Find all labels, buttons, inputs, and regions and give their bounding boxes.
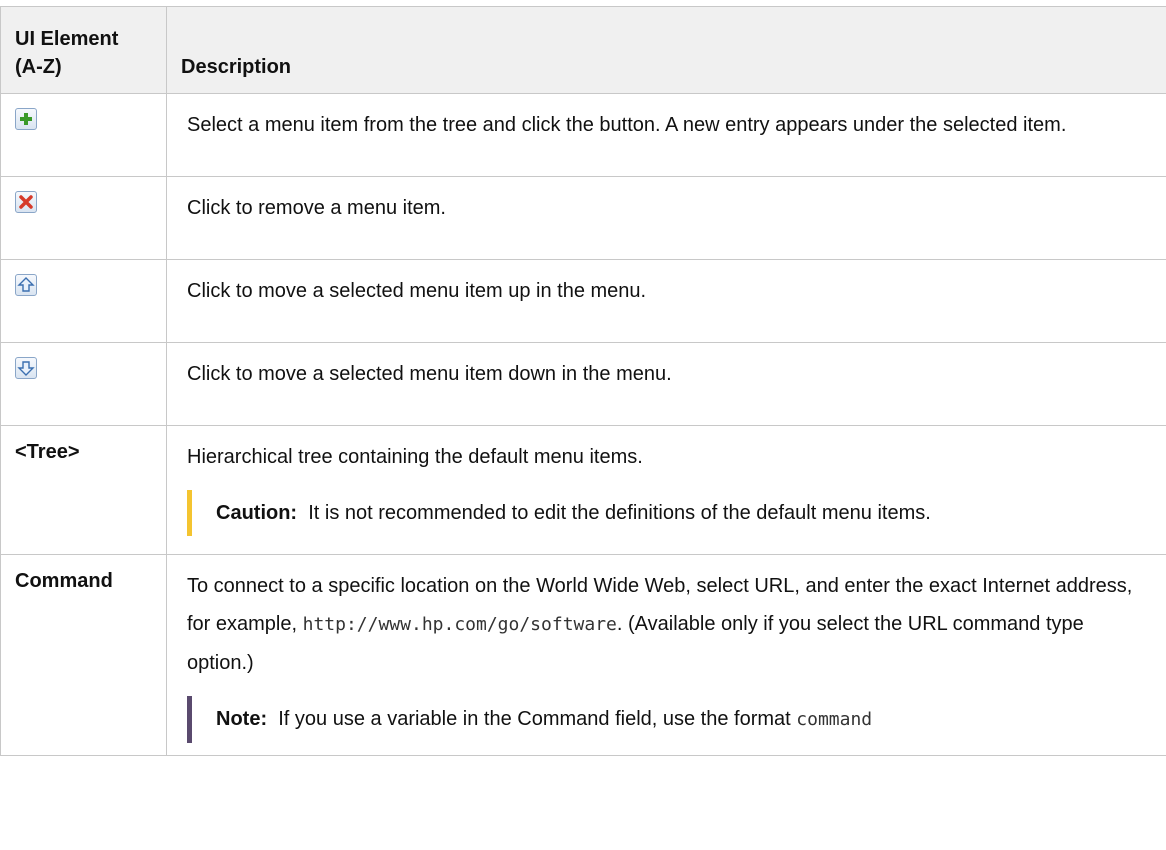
element-cell [0,342,167,426]
note-code: command [796,709,873,730]
header-ui-element-line1: UI Element [15,28,119,50]
description-text: Hierarchical tree containing the default… [187,446,643,468]
element-cell [0,93,167,177]
header-description: Description [166,6,1166,94]
description-text: Click to move a selected menu item up in… [187,280,647,302]
caution-text: It is not recommended to edit the defini… [308,502,931,524]
element-cell: Command [0,554,167,756]
description-cell: Click to move a selected menu item up in… [166,259,1166,343]
table-header-row: UI Element (A-Z) Description [0,6,1166,94]
move-up-icon [15,274,37,296]
description-text: Click to remove a menu item. [187,197,446,219]
description-text: Click to move a selected menu item down … [187,363,672,385]
delete-icon [15,191,37,213]
table-row: <Tree> Hierarchical tree containing the … [0,425,1166,555]
header-ui-element: UI Element (A-Z) [0,6,167,94]
add-icon [15,108,37,130]
table-row: Select a menu item from the tree and cli… [0,93,1166,177]
description-text: Select a menu item from the tree and cli… [187,114,1067,136]
caution-callout: Caution: It is not recommended to edit t… [187,490,1154,536]
description-cell: Select a menu item from the tree and cli… [166,93,1166,177]
note-text: If you use a variable in the Command fie… [278,708,797,730]
element-cell [0,176,167,260]
description-text: To connect to a specific location on the… [187,567,1154,682]
table-row: Click to move a selected menu item down … [0,342,1166,426]
description-cell: Hierarchical tree containing the default… [166,425,1166,555]
description-cell: Click to remove a menu item. [166,176,1166,260]
note-callout: Note: If you use a variable in the Comma… [187,696,1154,743]
element-cell [0,259,167,343]
table-row: Click to remove a menu item. [0,176,1166,260]
header-ui-element-line2: (A-Z) [15,56,62,78]
ui-element-table: UI Element (A-Z) Description Select a men… [0,6,1166,756]
note-label: Note: [216,708,268,730]
description-cell: Click to move a selected menu item down … [166,342,1166,426]
element-cell: <Tree> [0,425,167,555]
example-url: http://www.hp.com/go/software [302,614,617,635]
table-row: Click to move a selected menu item up in… [0,259,1166,343]
caution-label: Caution: [216,502,298,524]
table-row: Command To connect to a specific locatio… [0,554,1166,756]
description-cell: To connect to a specific location on the… [166,554,1166,756]
move-down-icon [15,357,37,379]
